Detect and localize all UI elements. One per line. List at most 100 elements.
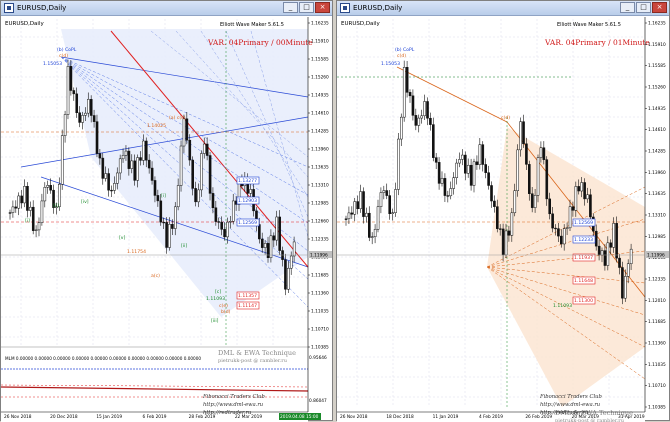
wave-label: 1.11093 <box>206 296 225 302</box>
price-axis-label: 1.12985 <box>311 201 329 207</box>
candle-body <box>145 140 148 161</box>
price-chart[interactable]: EURUSD,Daily Elliott Wave Maker 5.61.5 VAR… <box>337 17 669 422</box>
candle-body <box>507 230 511 236</box>
candle-body <box>510 212 514 236</box>
candle-body <box>542 147 546 160</box>
price-axis-label: 1.10710 <box>648 383 666 389</box>
candle-body <box>127 150 131 169</box>
close-button[interactable]: × <box>652 2 667 13</box>
price-axis-label: 1.13960 <box>648 170 666 176</box>
candle-body <box>217 221 221 223</box>
wave-label: (b) CoPL <box>57 47 77 53</box>
price-axis-label: 1.12010 <box>648 298 666 304</box>
candle-body <box>116 172 119 184</box>
candle-body <box>554 227 557 230</box>
price-axis-label: 1.14610 <box>311 111 329 117</box>
candle-body <box>606 242 610 266</box>
candle-body <box>429 117 432 125</box>
wave-label: [i] <box>25 218 30 224</box>
current-price-label: 1.11996 <box>647 253 665 259</box>
candle-body <box>594 230 598 247</box>
price-axis-label: 1.16235 <box>648 21 666 27</box>
titlebar[interactable]: EURUSD,Daily _ □ × <box>337 1 669 16</box>
chart-window-right[interactable]: EURUSD,Daily _ □ × EURUSD,Daily Elliott W… <box>336 0 670 422</box>
price-axis-label: 1.14935 <box>311 93 329 99</box>
date-axis-label: 15 Jan 2019 <box>96 414 122 420</box>
candle-body <box>571 206 575 211</box>
candle-body <box>376 206 380 230</box>
price-axis-label: 1.11035 <box>648 362 666 368</box>
candle-body <box>394 189 397 213</box>
candle-body <box>589 194 592 218</box>
candle-body <box>455 162 458 178</box>
date-axis-label: 31 Apr 2019 <box>618 414 645 420</box>
candle-body <box>501 228 505 256</box>
candle-body <box>92 115 96 122</box>
candle-body <box>356 201 359 210</box>
sub-axis-label: 0.86047 <box>309 398 327 404</box>
candle-body <box>443 178 447 196</box>
candle-body <box>359 191 362 210</box>
price-axis-label: 1.15260 <box>648 85 666 91</box>
footer-url: http://www.dml-ewa.ru <box>203 402 263 408</box>
date-axis-label: 20 Dec 2018 <box>50 414 78 420</box>
candle-body <box>478 144 482 165</box>
price-chart[interactable]: EURUSD,Daily Elliott Wave Maker 5.61.5 VAR… <box>1 17 332 422</box>
candle-body <box>350 212 354 215</box>
minimize-button[interactable]: _ <box>620 2 635 13</box>
candle-body <box>618 257 621 268</box>
candle-body <box>121 155 125 160</box>
candle-body <box>185 118 189 141</box>
candle-body <box>176 185 180 208</box>
price-axis-label: 1.11035 <box>311 309 329 315</box>
date-axis-label: 6 Feb 2019 <box>143 414 167 420</box>
candle-body <box>142 140 145 161</box>
candle-body <box>484 164 487 173</box>
maximize-button[interactable]: □ <box>636 2 651 13</box>
candle-body <box>548 198 551 215</box>
candle-body <box>49 185 52 191</box>
candle-body <box>464 154 467 174</box>
wave-label: c(d) <box>501 115 510 121</box>
candle-body <box>226 221 229 238</box>
date-axis-label: 26 Nov 2018 <box>340 414 368 420</box>
candle-body <box>287 267 290 290</box>
price-axis-label: 1.10710 <box>311 327 329 333</box>
close-button[interactable]: × <box>315 2 330 13</box>
price-axis-label: 1.16235 <box>311 21 329 27</box>
candle-body <box>84 112 87 116</box>
minimize-button[interactable]: _ <box>283 2 298 13</box>
candle-body <box>516 149 519 191</box>
candle-body <box>400 116 403 140</box>
price-tag: 1.11937 <box>574 255 593 261</box>
maximize-button[interactable]: □ <box>299 2 314 13</box>
candle-body <box>612 223 615 248</box>
candle-body <box>411 95 415 116</box>
candle-body <box>420 115 423 119</box>
price-tag: 1.11357 <box>238 293 257 299</box>
candle-body <box>446 195 450 197</box>
candle-body <box>417 117 421 126</box>
price-axis-label: 1.13310 <box>311 183 329 189</box>
chart-window-left[interactable]: EURUSD,Daily _ □ × EURUSD,Daily Elliott W… <box>0 0 333 422</box>
date-axis-label: 26 Nov 2018 <box>4 414 32 420</box>
candle-body <box>211 193 215 209</box>
candle-body <box>153 180 157 196</box>
candle-body <box>565 227 569 229</box>
candle-body <box>493 200 496 207</box>
price-axis-label: 1.10385 <box>648 405 666 411</box>
window-title: EURUSD,Daily <box>353 4 403 12</box>
candle-body <box>159 200 163 223</box>
candle-body <box>43 187 47 202</box>
wave-label: [iii] <box>211 318 219 324</box>
price-axis-label: 1.13635 <box>311 165 329 171</box>
titlebar[interactable]: EURUSD,Daily _ □ × <box>1 1 332 16</box>
price-axis-label: 1.14610 <box>648 127 666 133</box>
price-axis-label: 1.14285 <box>311 129 329 135</box>
candle-body <box>469 164 473 186</box>
candle-body <box>362 191 365 217</box>
price-axis-label: 1.15585 <box>648 63 666 69</box>
candle-body <box>466 164 470 174</box>
date-axis-label: 22 Mar 2019 <box>235 414 263 420</box>
candle-body <box>481 144 485 165</box>
